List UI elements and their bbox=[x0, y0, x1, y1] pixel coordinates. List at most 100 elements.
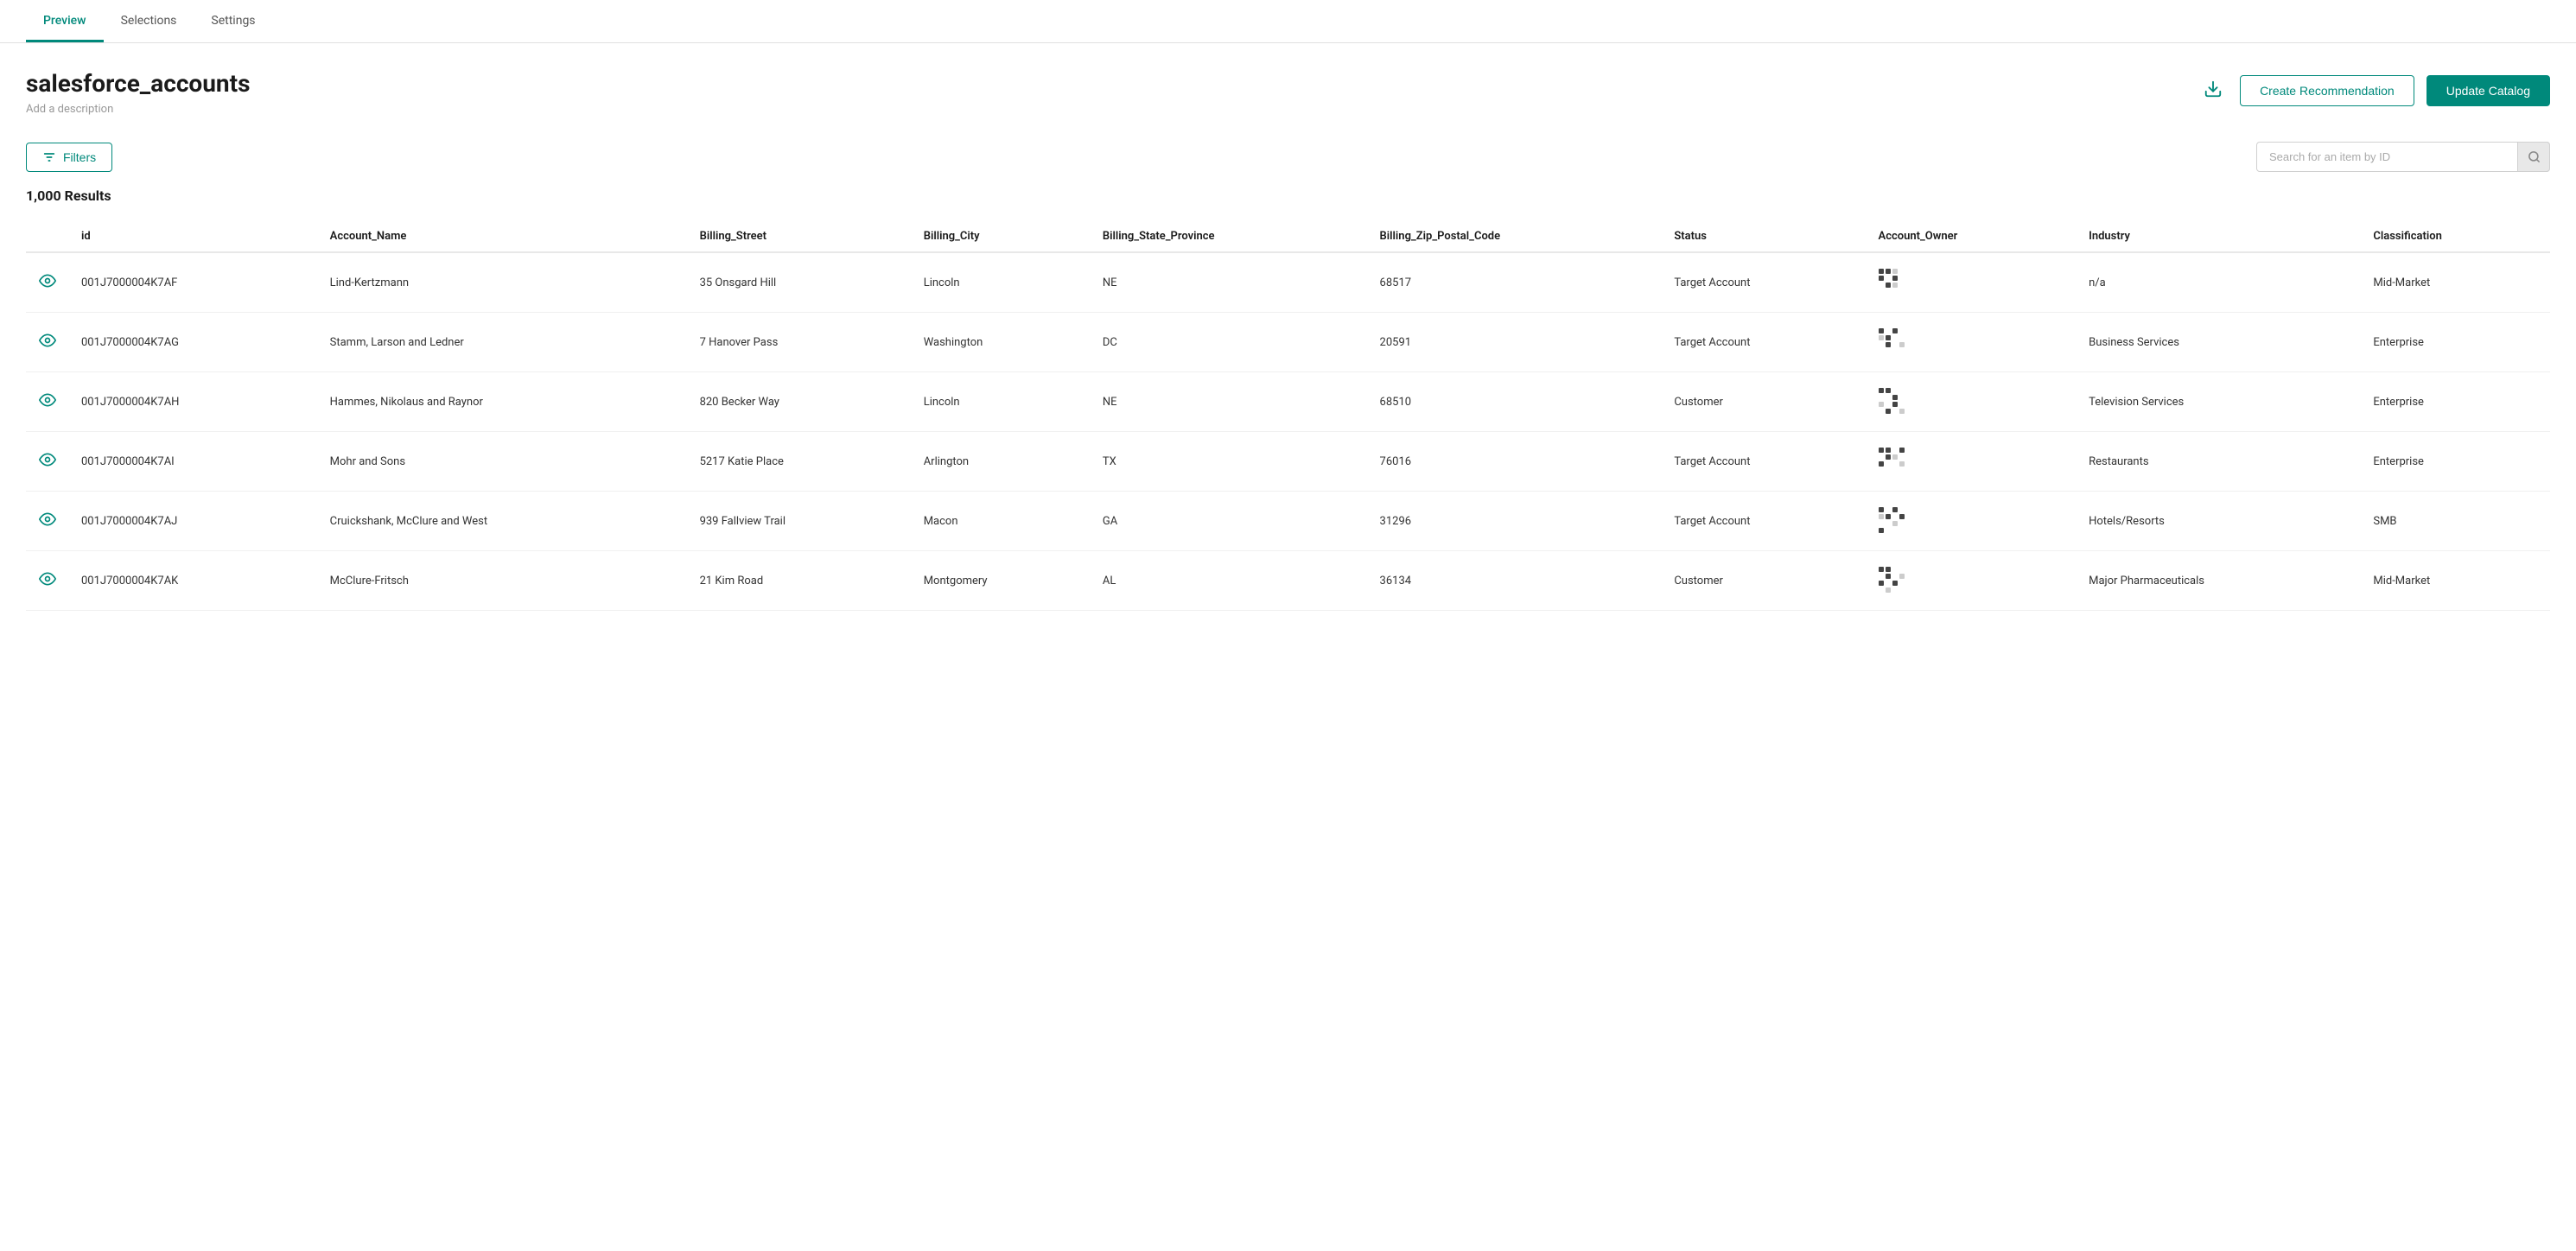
results-count: 1,000 Results bbox=[26, 187, 2550, 204]
row-eye-cell bbox=[26, 492, 69, 551]
row-account-name: McClure-Fritsch bbox=[318, 551, 688, 611]
row-status: Target Account bbox=[1662, 313, 1866, 372]
eye-icon[interactable] bbox=[39, 336, 56, 352]
row-account-owner bbox=[1867, 313, 2077, 372]
row-billing-street: 35 Onsgard Hill bbox=[688, 252, 912, 313]
row-classification: Enterprise bbox=[2361, 432, 2550, 492]
search-input[interactable] bbox=[2256, 142, 2550, 172]
row-status: Customer bbox=[1662, 372, 1866, 432]
data-table: id Account_Name Billing_Street Billing_C… bbox=[26, 221, 2550, 611]
row-industry: Restaurants bbox=[2077, 432, 2361, 492]
page-description[interactable]: Add a description bbox=[26, 103, 250, 116]
row-eye-cell bbox=[26, 252, 69, 313]
row-billing-zip: 31296 bbox=[1368, 492, 1663, 551]
row-billing-state: DC bbox=[1091, 313, 1368, 372]
update-catalog-button[interactable]: Update Catalog bbox=[2427, 75, 2550, 106]
row-account-name: Hammes, Nikolaus and Raynor bbox=[318, 372, 688, 432]
col-header-billing-zip: Billing_Zip_Postal_Code bbox=[1368, 221, 1663, 252]
row-account-owner bbox=[1867, 252, 2077, 313]
page-header: salesforce_accounts Add a description Cr… bbox=[26, 69, 2550, 116]
row-id: 001J7000004K7AK bbox=[69, 551, 318, 611]
col-header-classification: Classification bbox=[2361, 221, 2550, 252]
row-billing-city: Montgomery bbox=[912, 551, 1091, 611]
row-id: 001J7000004K7AG bbox=[69, 313, 318, 372]
row-account-name: Mohr and Sons bbox=[318, 432, 688, 492]
row-billing-city: Arlington bbox=[912, 432, 1091, 492]
row-billing-zip: 20591 bbox=[1368, 313, 1663, 372]
search-button[interactable] bbox=[2517, 142, 2550, 172]
row-billing-zip: 36134 bbox=[1368, 551, 1663, 611]
table-row: 001J7000004K7AGStamm, Larson and Ledner7… bbox=[26, 313, 2550, 372]
eye-icon[interactable] bbox=[39, 515, 56, 531]
search-icon bbox=[2528, 150, 2541, 163]
row-industry: Television Services bbox=[2077, 372, 2361, 432]
tab-preview[interactable]: Preview bbox=[26, 0, 104, 42]
row-account-owner bbox=[1867, 372, 2077, 432]
col-header-account-name: Account_Name bbox=[318, 221, 688, 252]
filters-button[interactable]: Filters bbox=[26, 143, 112, 172]
row-billing-street: 5217 Katie Place bbox=[688, 432, 912, 492]
row-industry: Hotels/Resorts bbox=[2077, 492, 2361, 551]
row-billing-street: 21 Kim Road bbox=[688, 551, 912, 611]
row-billing-city: Macon bbox=[912, 492, 1091, 551]
row-id: 001J7000004K7AF bbox=[69, 252, 318, 313]
row-billing-state: NE bbox=[1091, 372, 1368, 432]
tab-selections[interactable]: Selections bbox=[104, 0, 194, 42]
row-eye-cell bbox=[26, 313, 69, 372]
toolbar: Filters bbox=[26, 142, 2550, 172]
row-billing-street: 7 Hanover Pass bbox=[688, 313, 912, 372]
row-status: Target Account bbox=[1662, 432, 1866, 492]
row-billing-city: Lincoln bbox=[912, 372, 1091, 432]
row-status: Target Account bbox=[1662, 252, 1866, 313]
col-header-icon bbox=[26, 221, 69, 252]
table-row: 001J7000004K7AKMcClure-Fritsch21 Kim Roa… bbox=[26, 551, 2550, 611]
tab-settings[interactable]: Settings bbox=[194, 0, 272, 42]
row-industry: n/a bbox=[2077, 252, 2361, 313]
table-row: 001J7000004K7AHHammes, Nikolaus and Rayn… bbox=[26, 372, 2550, 432]
row-account-name: Stamm, Larson and Ledner bbox=[318, 313, 688, 372]
row-account-owner bbox=[1867, 492, 2077, 551]
row-classification: Enterprise bbox=[2361, 372, 2550, 432]
table-row: 001J7000004K7AFLind-Kertzmann35 Onsgard … bbox=[26, 252, 2550, 313]
col-header-billing-city: Billing_City bbox=[912, 221, 1091, 252]
row-billing-state: GA bbox=[1091, 492, 1368, 551]
row-account-owner bbox=[1867, 432, 2077, 492]
col-header-id: id bbox=[69, 221, 318, 252]
row-status: Customer bbox=[1662, 551, 1866, 611]
page-header-left: salesforce_accounts Add a description bbox=[26, 69, 250, 116]
row-billing-state: NE bbox=[1091, 252, 1368, 313]
create-recommendation-button[interactable]: Create Recommendation bbox=[2240, 75, 2414, 106]
eye-icon[interactable] bbox=[39, 575, 56, 591]
eye-icon[interactable] bbox=[39, 455, 56, 472]
filters-label: Filters bbox=[63, 150, 96, 164]
row-account-owner bbox=[1867, 551, 2077, 611]
row-billing-zip: 68517 bbox=[1368, 252, 1663, 313]
filter-icon bbox=[42, 150, 56, 164]
row-industry: Business Services bbox=[2077, 313, 2361, 372]
eye-icon[interactable] bbox=[39, 396, 56, 412]
col-header-status: Status bbox=[1662, 221, 1866, 252]
row-status: Target Account bbox=[1662, 492, 1866, 551]
row-billing-state: TX bbox=[1091, 432, 1368, 492]
row-billing-city: Washington bbox=[912, 313, 1091, 372]
row-industry: Major Pharmaceuticals bbox=[2077, 551, 2361, 611]
row-classification: Enterprise bbox=[2361, 313, 2550, 372]
page-header-right: Create Recommendation Update Catalog bbox=[2198, 74, 2550, 106]
row-billing-zip: 68510 bbox=[1368, 372, 1663, 432]
row-classification: Mid-Market bbox=[2361, 252, 2550, 313]
col-header-billing-state: Billing_State_Province bbox=[1091, 221, 1368, 252]
eye-icon[interactable] bbox=[39, 276, 56, 293]
row-id: 001J7000004K7AJ bbox=[69, 492, 318, 551]
row-billing-city: Lincoln bbox=[912, 252, 1091, 313]
table-header: id Account_Name Billing_Street Billing_C… bbox=[26, 221, 2550, 252]
row-eye-cell bbox=[26, 551, 69, 611]
row-billing-street: 820 Becker Way bbox=[688, 372, 912, 432]
table-body: 001J7000004K7AFLind-Kertzmann35 Onsgard … bbox=[26, 252, 2550, 611]
row-id: 001J7000004K7AI bbox=[69, 432, 318, 492]
download-button[interactable] bbox=[2198, 74, 2228, 106]
col-header-billing-street: Billing_Street bbox=[688, 221, 912, 252]
col-header-industry: Industry bbox=[2077, 221, 2361, 252]
page-content: salesforce_accounts Add a description Cr… bbox=[0, 43, 2576, 611]
top-navigation: Preview Selections Settings bbox=[0, 0, 2576, 43]
table-row: 001J7000004K7AIMohr and Sons5217 Katie P… bbox=[26, 432, 2550, 492]
